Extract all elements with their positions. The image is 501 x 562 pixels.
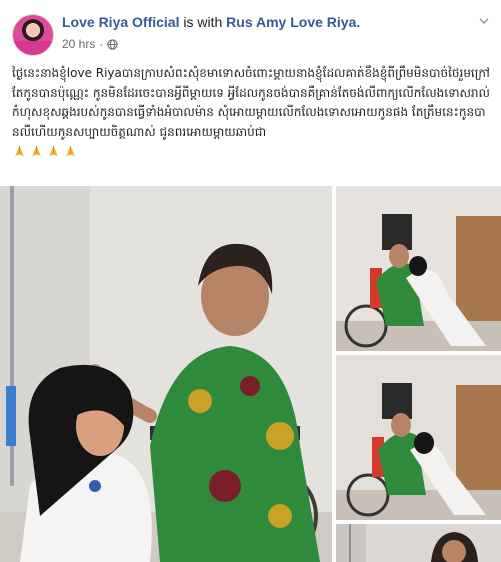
tagged-user-link[interactable]: Rus Amy Love Riya. [226,14,360,30]
post-header: Love Riya Official is with Rus Amy Love … [62,14,360,30]
folded-hands-icon [66,145,75,157]
post-meta: 20 hrs · [62,37,118,51]
photo-right-3-illustration [336,524,501,562]
post-body: ថ្ងៃនេះនាងខ្ញុំlove Riyaបានក្រាបសំពះសុំខ… [12,66,490,139]
chevron-down-icon[interactable] [479,18,489,24]
photo-main[interactable] [0,186,332,562]
post-text: ថ្ងៃនេះនាងខ្ញុំlove Riyaបានក្រាបសំពះសុំខ… [12,64,490,158]
folded-hands-icon [32,145,41,157]
timestamp[interactable]: 20 hrs [62,37,95,51]
globe-icon[interactable] [107,38,118,50]
photo-right-1[interactable] [336,186,501,351]
author-link[interactable]: Love Riya Official [62,14,179,30]
facebook-post: Love Riya Official is with Rus Amy Love … [0,0,501,562]
photo-right-2[interactable] [336,355,501,520]
photo-main-illustration [0,186,332,562]
folded-hands-icon [49,145,58,157]
is-with-text: is with [183,14,223,30]
folded-hands-icon [15,145,24,157]
photo-right-3[interactable] [336,524,501,562]
avatar[interactable] [12,14,54,56]
prayer-emojis [12,144,490,158]
photo-right-2-illustration [336,355,501,520]
photo-right-1-illustration [336,186,501,351]
